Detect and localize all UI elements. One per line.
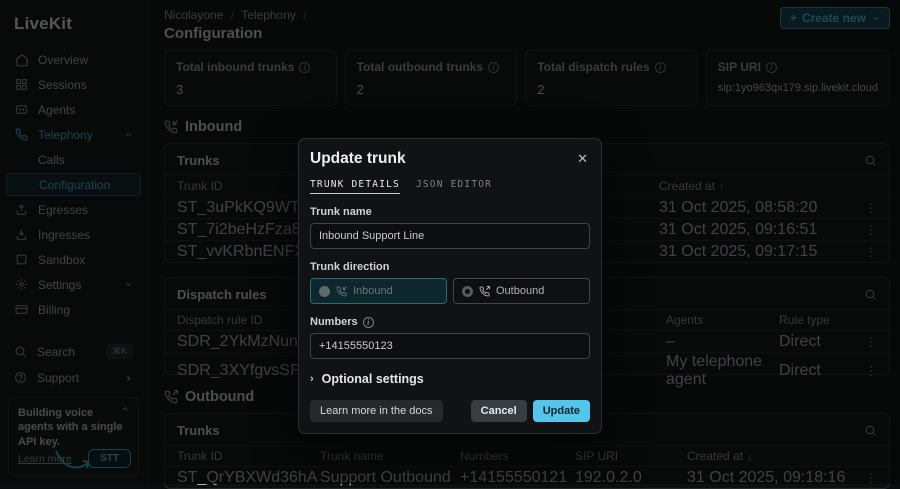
- optional-settings-toggle[interactable]: › Optional settings: [310, 372, 590, 386]
- modal-title: Update trunk: [310, 150, 406, 168]
- direction-option-inbound[interactable]: Inbound: [310, 278, 447, 304]
- numbers-label: Numbers i: [310, 316, 590, 328]
- close-icon[interactable]: ✕: [575, 150, 590, 167]
- chevron-right-icon: ›: [310, 373, 314, 385]
- cancel-button[interactable]: Cancel: [471, 400, 527, 422]
- direction-option-outbound[interactable]: Outbound: [453, 278, 590, 304]
- phone-incoming-icon: [336, 286, 347, 297]
- tab-trunk-details[interactable]: TRUNK DETAILS: [310, 179, 400, 194]
- trunk-name-label: Trunk name: [310, 206, 590, 218]
- info-icon[interactable]: i: [363, 317, 374, 328]
- radio-unselected-icon: [462, 286, 473, 297]
- tab-json-editor[interactable]: JSON EDITOR: [416, 179, 492, 194]
- trunk-direction-label: Trunk direction: [310, 261, 590, 273]
- update-button[interactable]: Update: [533, 400, 590, 422]
- phone-outgoing-icon: [479, 286, 490, 297]
- radio-selected-icon: [319, 286, 330, 297]
- trunk-name-input[interactable]: [310, 223, 590, 249]
- update-trunk-modal: Update trunk ✕ TRUNK DETAILS JSON EDITOR…: [298, 138, 602, 434]
- numbers-input[interactable]: [310, 333, 590, 359]
- docs-button[interactable]: Learn more in the docs: [310, 400, 443, 422]
